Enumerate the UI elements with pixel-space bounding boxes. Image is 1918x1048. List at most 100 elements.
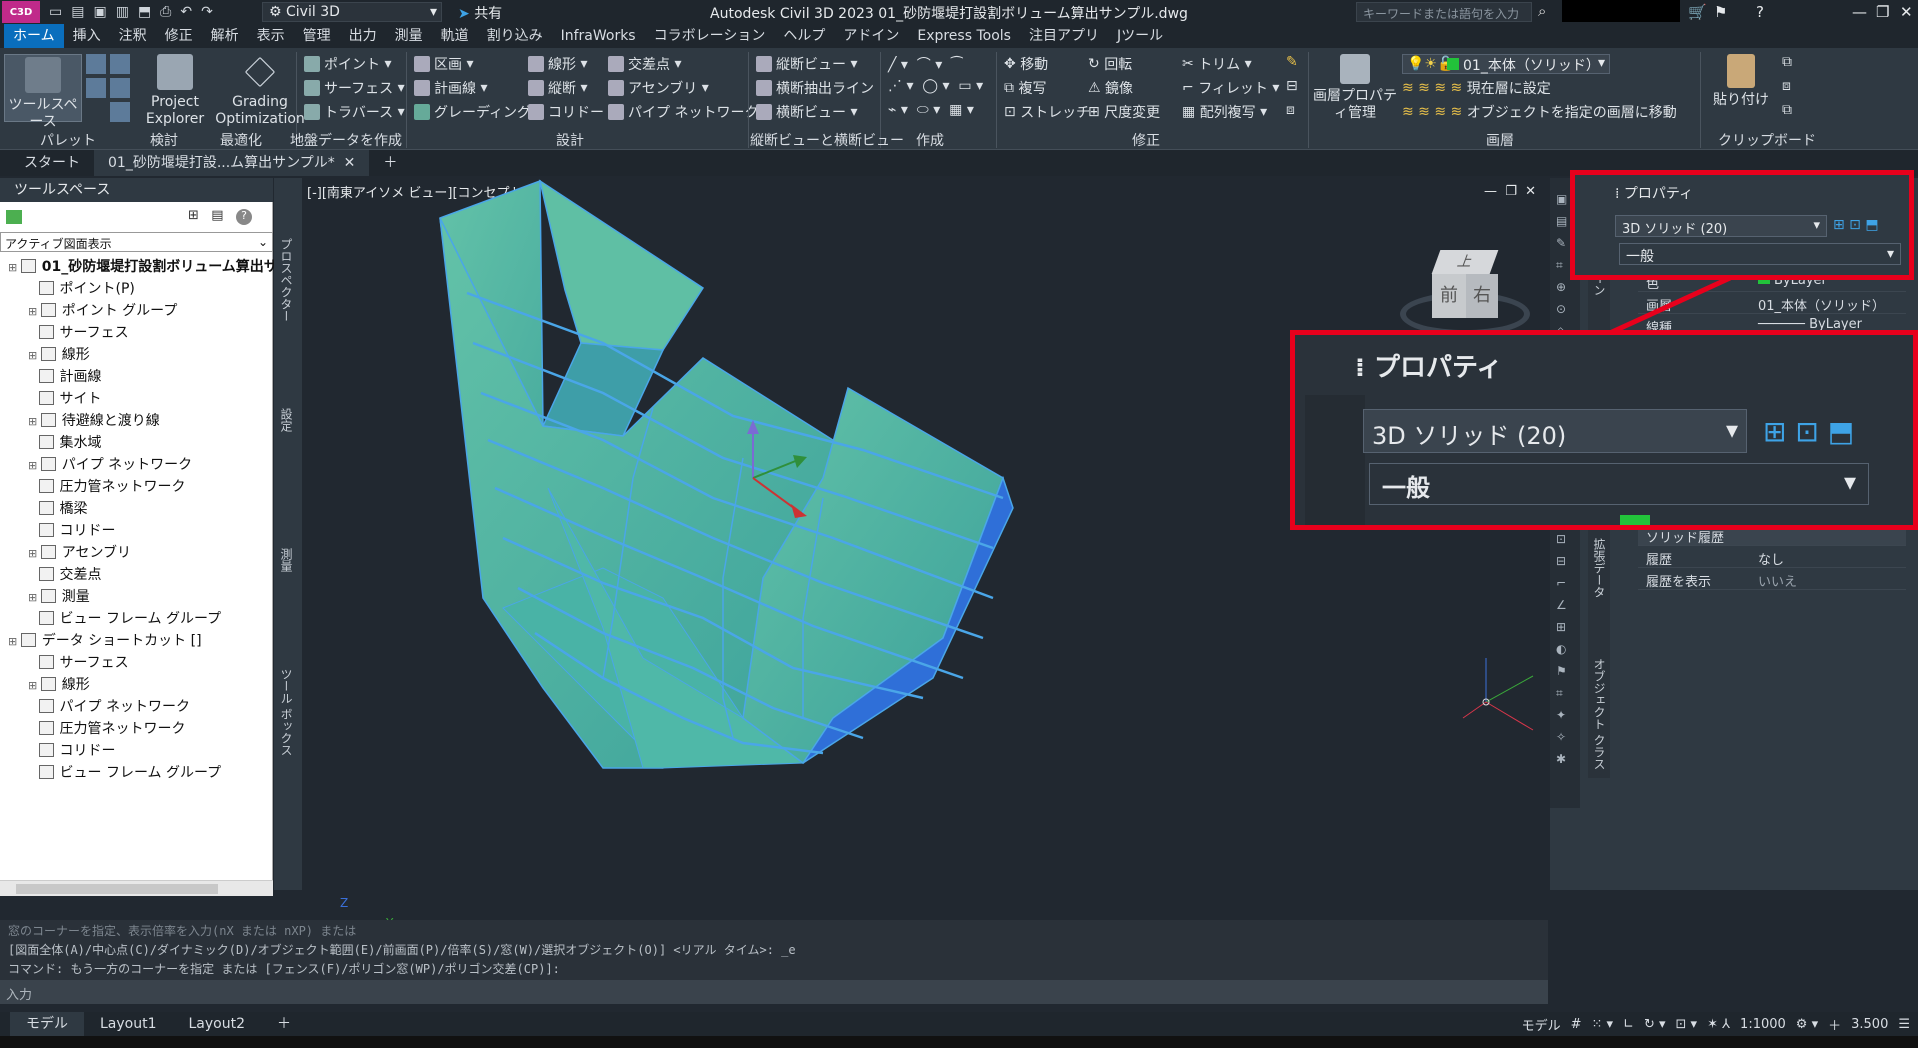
panel-title[interactable]: 設計	[556, 130, 584, 150]
object-type-select[interactable]: 3D ソリッド (20) ▾	[1615, 215, 1827, 237]
explode-icon[interactable]: ⊟	[1286, 78, 1298, 94]
ribbon-grading[interactable]: グレーディング ▾	[414, 102, 543, 122]
palette-icon[interactable]	[110, 54, 130, 74]
tab-document[interactable]: 01_砂防堰堤打設...ム算出サンプル* ✕	[94, 150, 370, 176]
ribbon-sample-line[interactable]: 横断抽出ライン	[756, 78, 874, 98]
ribbon-assembly[interactable]: アセンブリ ▾	[608, 78, 709, 98]
tree-item[interactable]: ポイント(P)	[28, 278, 135, 300]
plus-icon[interactable]: ＋	[1828, 1015, 1841, 1034]
pen-icon[interactable]: ✎	[1286, 54, 1298, 70]
menu-item[interactable]: 管理	[294, 24, 340, 48]
tree-item[interactable]: サーフェス	[28, 652, 129, 674]
expand-icon[interactable]: ⊞	[28, 679, 41, 692]
vtab-extended-data[interactable]: 拡張データ	[1591, 538, 1608, 598]
offset-icon[interactable]: ⧈	[1286, 102, 1295, 118]
save-icon[interactable]: ▣	[93, 4, 106, 20]
ortho-icon[interactable]: ∟	[1623, 1017, 1634, 1032]
grading-optimization-button[interactable]: Grading Optimization	[214, 54, 306, 128]
view-select[interactable]: アクティブ図面表示 ⌄	[0, 232, 273, 252]
workspace-select[interactable]: ⚙ Civil 3D ▾	[262, 2, 442, 22]
ribbon-corridor[interactable]: コリドー ▾	[528, 102, 615, 122]
panel-title[interactable]: 画層	[1486, 130, 1514, 150]
modify-move[interactable]: ✥ 移動	[1004, 54, 1048, 74]
menu-item[interactable]: Express Tools	[908, 24, 1020, 48]
ribbon-surface[interactable]: サーフェス ▾	[304, 78, 405, 98]
tree-item[interactable]: 橋梁	[28, 498, 88, 520]
zoom-quick-select-icons[interactable]: ⊞ ⊡ ⬒	[1763, 415, 1854, 448]
annotation-scale[interactable]: 1:1000	[1740, 1017, 1786, 1032]
share-button[interactable]: ➤ 共有	[458, 3, 502, 23]
undo-icon[interactable]: ↶	[180, 4, 192, 20]
tree-item[interactable]: ⊞ 待避線と渡り線	[28, 410, 160, 432]
zoom-object-type-select[interactable]: 3D ソリッド (20) ▾	[1363, 409, 1747, 453]
modify-mirror[interactable]: ⚠ 鏡像	[1088, 78, 1133, 98]
vtab-prospector[interactable]: プロスペクター	[278, 238, 295, 322]
tree-item[interactable]: 計画線	[28, 366, 102, 388]
menu-item[interactable]: 表示	[248, 24, 294, 48]
layer-move-objects[interactable]: ≋ ≋ ≋ ≋ オブジェクトを指定の画層に移動	[1402, 102, 1677, 122]
grid-icon[interactable]: #	[1571, 1017, 1582, 1032]
settings-gear-icon[interactable]: ⚙ ▾	[1796, 1017, 1818, 1032]
tab-start[interactable]: スタート	[10, 150, 94, 176]
cart-icon[interactable]: 🛒	[1688, 3, 1707, 21]
copy-clip-icon[interactable]: ⧉	[1782, 54, 1792, 70]
osnap-icon[interactable]: ⊡ ▾	[1676, 1017, 1698, 1032]
zoom-group-select[interactable]: 一般 ▾	[1369, 463, 1869, 505]
tree-item[interactable]: ⊞ アセンブリ	[28, 542, 131, 564]
menu-item[interactable]: 測量	[386, 24, 432, 48]
prospector-icon[interactable]	[6, 210, 22, 224]
menu-item[interactable]: アドイン	[834, 24, 908, 48]
command-input[interactable]: 入力	[0, 980, 1548, 1004]
paste-special-icon[interactable]: ⧉	[1782, 102, 1792, 118]
menu-item[interactable]: 出力	[340, 24, 386, 48]
modify-fillet[interactable]: ⌐ フィレット ▾	[1182, 78, 1279, 98]
tree-item[interactable]: ⊞ ポイント グループ	[28, 300, 177, 322]
viewcube[interactable]: 上 前 右	[1400, 244, 1530, 344]
modify-scale[interactable]: ⊞ 尺度変更	[1088, 102, 1160, 122]
menu-item[interactable]: 軌道	[432, 24, 478, 48]
draw-hatch[interactable]: ⌁ ▾ ⬭ ▾ ▦ ▾	[888, 102, 974, 118]
expand-icon[interactable]: ⊞	[28, 349, 41, 362]
expand-icon[interactable]: ⊞	[8, 261, 21, 274]
print-icon[interactable]: ⎙	[160, 4, 171, 20]
search-icon[interactable]: ⌕	[1538, 2, 1546, 20]
add-layout-button[interactable]: ＋	[261, 1012, 307, 1036]
menu-item[interactable]: 割り込み	[478, 24, 552, 48]
copy-base-icon[interactable]: ⧈	[1782, 78, 1791, 94]
new-tab-button[interactable]: ＋	[369, 150, 411, 176]
paste-button[interactable]: 貼り付け	[1708, 54, 1774, 109]
palette-icon[interactable]	[110, 78, 130, 98]
layer-properties-button[interactable]: 画層プロパティ管理	[1312, 54, 1398, 122]
menu-item[interactable]: Jツール	[1108, 24, 1172, 48]
help-icon[interactable]: ?	[235, 209, 252, 225]
modify-array[interactable]: ▦ 配列複写 ▾	[1182, 102, 1267, 122]
tree-item[interactable]: パイプ ネットワーク	[28, 696, 190, 718]
expand-icon[interactable]: ⊞	[8, 635, 21, 648]
ribbon-section-view[interactable]: 横断ビュー ▾	[756, 102, 857, 122]
tree-item[interactable]: ⊞ 線形	[28, 344, 90, 366]
ribbon-traverse[interactable]: トラバース ▾	[304, 102, 405, 122]
toolspace-button[interactable]: ツールスペース	[4, 54, 82, 130]
menu-icon[interactable]: ☰	[1898, 1017, 1910, 1032]
modify-copy[interactable]: ⧉ 複写	[1004, 78, 1046, 98]
help-icon[interactable]: ?	[1756, 3, 1764, 21]
menu-item[interactable]: ヘルプ	[774, 24, 834, 48]
vtab-survey[interactable]: 測量	[278, 548, 295, 572]
tree-item[interactable]: ビュー フレーム グループ	[28, 608, 221, 630]
snap-icon[interactable]: ⁙ ▾	[1591, 1017, 1613, 1032]
ribbon-profile-view[interactable]: 縦断ビュー ▾	[756, 54, 857, 74]
toolspace-toolbar-icons[interactable]: ⊞ ▤ ?	[188, 208, 252, 225]
modify-rotate[interactable]: ↻ 回転	[1088, 54, 1132, 74]
tree-item[interactable]: ⊞ 測量	[28, 586, 90, 608]
tab-layout1[interactable]: Layout1	[84, 1012, 173, 1036]
project-explorer-button[interactable]: Project Explorer	[140, 54, 210, 128]
tool-icons[interactable]: ▣▤✎⌗⊕⊙◇	[1556, 188, 1567, 342]
new-icon[interactable]: ▭	[49, 4, 62, 20]
expand-icon[interactable]: ⊞	[28, 459, 41, 472]
scrollbar-thumb[interactable]	[16, 884, 218, 894]
annotation-icon[interactable]: ✶ ⅄	[1707, 1017, 1730, 1032]
layer-set-current[interactable]: ≋ ≋ ≋ ≋ 現在層に設定	[1402, 78, 1551, 98]
open-icon[interactable]: ▤	[71, 4, 84, 20]
tree-item[interactable]: 圧力管ネットワーク	[28, 476, 186, 498]
tree-item[interactable]: 圧力管ネットワーク	[28, 718, 186, 740]
